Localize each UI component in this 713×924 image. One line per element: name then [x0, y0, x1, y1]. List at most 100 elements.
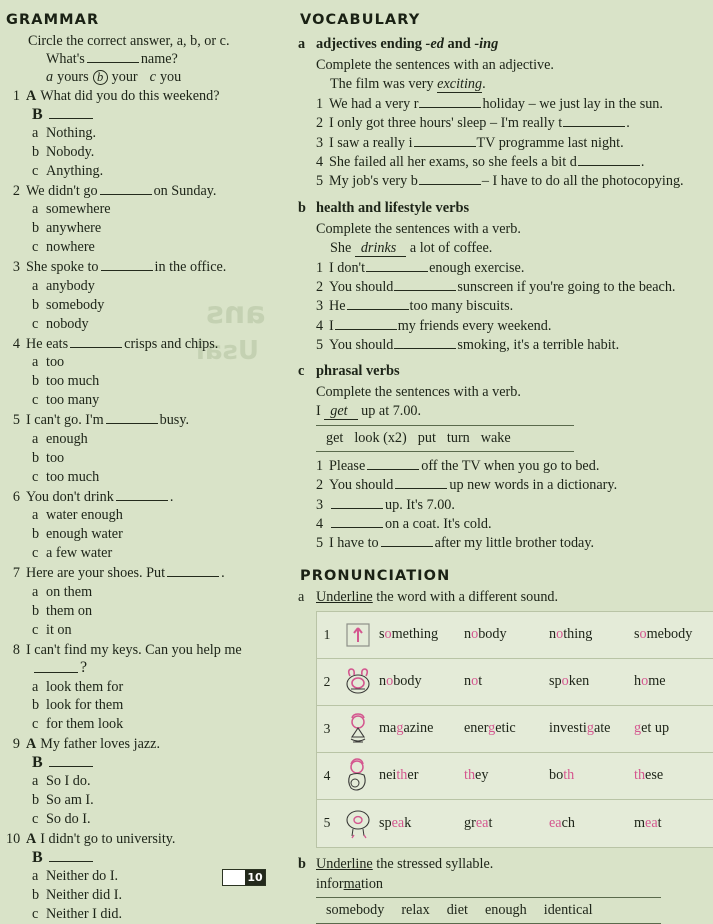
- option-row[interactable]: c So do I.: [32, 810, 284, 829]
- option-text[interactable]: nobody: [46, 315, 89, 334]
- example-option-b-circled[interactable]: b: [92, 70, 108, 85]
- option-text[interactable]: too: [46, 449, 64, 468]
- word-bank-item[interactable]: enough: [485, 902, 527, 918]
- option-row[interactable]: b Neither did I.: [32, 886, 284, 905]
- word-option[interactable]: these: [634, 767, 713, 784]
- option-text[interactable]: Neither do I.: [46, 867, 118, 886]
- option-row[interactable]: b too much: [32, 372, 284, 391]
- option-row[interactable]: b too: [32, 449, 284, 468]
- option-text[interactable]: them on: [46, 602, 92, 621]
- option-text[interactable]: somewhere: [46, 200, 111, 219]
- option-text[interactable]: too much: [46, 468, 99, 487]
- item-blank[interactable]: [334, 318, 397, 330]
- item-blank[interactable]: [418, 174, 481, 186]
- option-row[interactable]: a on them: [32, 583, 284, 602]
- word-bank-item[interactable]: diet: [447, 902, 468, 918]
- option-row[interactable]: c Anything.: [32, 162, 284, 181]
- option-text[interactable]: enough water: [46, 525, 123, 544]
- option-row[interactable]: c Neither I did.: [32, 905, 284, 924]
- word-bank-item[interactable]: relax: [401, 902, 429, 918]
- option-text[interactable]: it on: [46, 621, 72, 640]
- item-blank[interactable]: [394, 280, 457, 291]
- example-option-c[interactable]: you: [160, 69, 181, 86]
- word-option[interactable]: energetic: [464, 720, 549, 737]
- item-blank[interactable]: [367, 459, 420, 471]
- word-option[interactable]: each: [549, 815, 634, 832]
- word-option[interactable]: magazine: [379, 720, 464, 737]
- word-option[interactable]: nobody: [379, 673, 464, 690]
- option-row[interactable]: c a few water: [32, 544, 284, 563]
- item-blank[interactable]: [346, 299, 409, 311]
- option-text[interactable]: Nobody.: [46, 143, 94, 162]
- option-text[interactable]: Neither I did.: [46, 905, 122, 924]
- option-text[interactable]: Nothing.: [46, 124, 96, 143]
- example-option-a[interactable]: yours: [57, 69, 89, 86]
- word-option[interactable]: get up: [634, 720, 713, 737]
- option-row[interactable]: a Nothing.: [32, 124, 284, 143]
- option-row[interactable]: c for them look: [32, 715, 284, 734]
- option-text[interactable]: on them: [46, 583, 92, 602]
- option-row[interactable]: b So am I.: [32, 791, 284, 810]
- option-row[interactable]: a water enough: [32, 506, 284, 525]
- score-input-area[interactable]: [223, 870, 245, 885]
- item-blank[interactable]: [419, 97, 482, 108]
- option-text[interactable]: nowhere: [46, 238, 95, 257]
- option-text[interactable]: too much: [46, 372, 99, 391]
- item-blank[interactable]: [366, 260, 429, 272]
- word-option[interactable]: they: [464, 767, 549, 784]
- option-text[interactable]: look for them: [46, 696, 123, 715]
- word-option[interactable]: something: [379, 626, 464, 643]
- option-text[interactable]: anybody: [46, 277, 95, 296]
- option-text[interactable]: somebody: [46, 296, 104, 315]
- option-text[interactable]: too: [46, 353, 64, 372]
- option-row[interactable]: c too much: [32, 468, 284, 487]
- option-row[interactable]: b Nobody.: [32, 143, 284, 162]
- word-bank-item[interactable]: turn: [447, 430, 470, 446]
- word-option[interactable]: somebody: [634, 626, 713, 643]
- word-option[interactable]: not: [464, 673, 549, 690]
- option-text[interactable]: for them look: [46, 715, 123, 734]
- item-blank[interactable]: [331, 517, 383, 529]
- option-text[interactable]: So am I.: [46, 791, 94, 810]
- word-option[interactable]: nothing: [549, 626, 634, 643]
- option-text[interactable]: look them for: [46, 678, 123, 697]
- option-row[interactable]: c nobody: [32, 315, 284, 334]
- option-text[interactable]: Neither did I.: [46, 886, 122, 905]
- option-text[interactable]: anywhere: [46, 219, 101, 238]
- option-row[interactable]: c nowhere: [32, 238, 284, 257]
- item-blank[interactable]: [563, 116, 626, 128]
- option-row[interactable]: a anybody: [32, 277, 284, 296]
- word-bank-item[interactable]: wake: [481, 430, 511, 446]
- item-blank[interactable]: [331, 497, 383, 509]
- word-option[interactable]: spoken: [549, 673, 634, 690]
- option-row[interactable]: b anywhere: [32, 219, 284, 238]
- word-option[interactable]: speak: [379, 815, 464, 832]
- option-text[interactable]: a few water: [46, 544, 112, 563]
- word-option[interactable]: home: [634, 673, 713, 690]
- word-option[interactable]: nobody: [464, 626, 549, 643]
- item-blank[interactable]: [413, 135, 476, 147]
- option-row[interactable]: c too many: [32, 391, 284, 410]
- option-row[interactable]: b somebody: [32, 296, 284, 315]
- option-text[interactable]: So do I.: [46, 810, 91, 829]
- word-option[interactable]: neither: [379, 767, 464, 784]
- item-blank[interactable]: [394, 337, 457, 349]
- grammar-score-box[interactable]: 10: [222, 869, 266, 886]
- word-bank-item[interactable]: look (x2): [354, 430, 406, 446]
- option-row[interactable]: a look them for: [32, 678, 284, 697]
- option-row[interactable]: b look for them: [32, 696, 284, 715]
- option-row[interactable]: a too: [32, 353, 284, 372]
- word-option[interactable]: investigate: [549, 720, 634, 737]
- option-text[interactable]: So I do.: [46, 772, 91, 791]
- word-bank-item[interactable]: get: [326, 430, 343, 446]
- option-row[interactable]: a enough: [32, 430, 284, 449]
- option-text[interactable]: Anything.: [46, 162, 103, 181]
- word-bank-item[interactable]: put: [418, 430, 436, 446]
- option-text[interactable]: too many: [46, 391, 99, 410]
- option-text[interactable]: water enough: [46, 506, 123, 525]
- option-row[interactable]: b them on: [32, 602, 284, 621]
- option-text[interactable]: enough: [46, 430, 88, 449]
- word-option[interactable]: meat: [634, 815, 713, 832]
- word-option[interactable]: great: [464, 815, 549, 832]
- word-option[interactable]: both: [549, 767, 634, 784]
